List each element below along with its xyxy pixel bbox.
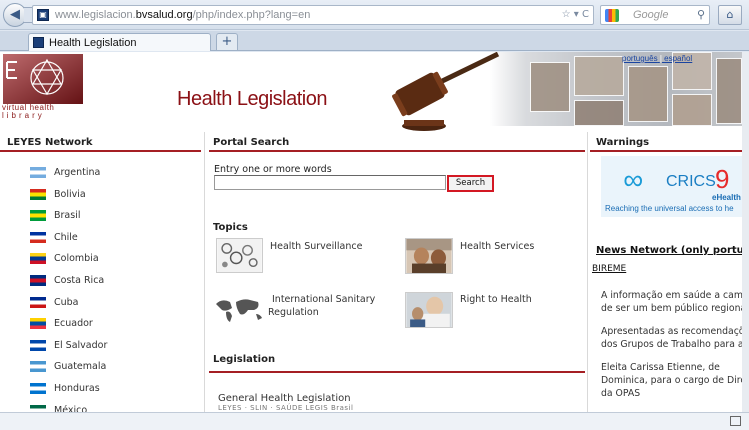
tab-strip: Health Legislation + [0, 31, 749, 51]
status-bar [0, 412, 749, 430]
legislation-title: Legislation [213, 354, 276, 365]
country-name: Cuba [54, 296, 79, 308]
crics-swirl-icon: ∞ [623, 164, 643, 195]
news-item[interactable]: Apresentadas as recomendaçõe dos Grupos d… [601, 325, 742, 351]
flag-icon [30, 318, 46, 330]
news-item[interactable]: A informação em saúde a camin de ser um b… [601, 289, 742, 315]
site-header: virtual health library Health Legislatio… [0, 52, 742, 132]
left-column-rule [0, 150, 201, 152]
search-engine-placeholder: Google [633, 9, 669, 21]
page-title: Health Legislation [177, 88, 328, 110]
flag-icon [30, 383, 46, 394]
tab-health-legislation[interactable]: Health Legislation [28, 33, 211, 51]
logo-caption: virtual health library [2, 103, 55, 120]
flag-icon [30, 296, 46, 308]
center-column-rule [209, 150, 585, 152]
new-tab-button[interactable]: + [216, 33, 238, 50]
reload-icon[interactable]: C [582, 9, 589, 20]
browser-toolbar: ◀ ▣ www.legislacion.bvsalud.org/php/inde… [0, 0, 749, 30]
right-to-health-image[interactable] [405, 292, 453, 328]
country-name: Ecuador [54, 318, 93, 330]
news-network-title[interactable]: News Network (only portugues [596, 245, 742, 256]
star-icon[interactable]: ☆ [562, 9, 571, 20]
vertical-scrollbar[interactable] [742, 52, 749, 412]
header-photo-strip [490, 52, 742, 126]
home-button[interactable]: ⌂ [718, 5, 742, 25]
url-text: www.legislacion.bvsalud.org/php/index.ph… [55, 9, 311, 21]
search-engine-box[interactable]: Google ⚲ [600, 5, 710, 25]
legislation-rule [209, 371, 585, 373]
country-name: México [54, 404, 88, 412]
topic-right-to-health[interactable]: Right to Health [460, 293, 532, 306]
general-health-legislation-link[interactable]: General Health Legislation [218, 393, 351, 404]
international-sanitary-regulation-image[interactable] [212, 294, 266, 324]
flag-icon [30, 231, 46, 243]
portal-search-title: Portal Search [213, 137, 290, 148]
country-name: Brasil [54, 210, 81, 222]
flag-icon [30, 361, 46, 373]
flag-icon [30, 167, 46, 178]
url-bar-icons: ☆ ▾ C [562, 9, 589, 20]
health-surveillance-image[interactable] [216, 238, 263, 273]
search-icon[interactable]: ⚲ [697, 8, 705, 21]
gavel-icon [392, 52, 500, 131]
country-name: Argentina [54, 167, 101, 178]
topic-health-services[interactable]: Health Services [460, 240, 534, 253]
resize-icon[interactable] [730, 416, 741, 426]
flag-icon [30, 404, 46, 412]
crics-subtitle: eHealth [712, 193, 741, 202]
topics-title: Topics [213, 222, 248, 233]
browser-window: ◀ ▣ www.legislacion.bvsalud.org/php/inde… [0, 0, 749, 430]
warnings-title: Warnings [596, 137, 650, 148]
search-button[interactable]: Search [447, 175, 494, 192]
tab-label: Health Legislation [49, 37, 137, 49]
flag-icon [30, 188, 46, 200]
flag-icon [30, 275, 46, 286]
lang-portuguese-link[interactable]: português [622, 54, 658, 63]
bireme-link[interactable]: BIREME [592, 264, 626, 274]
lang-spanish-link[interactable]: español [664, 54, 692, 63]
language-links: português | español [622, 54, 692, 63]
health-services-image[interactable] [405, 238, 453, 274]
country-name: Bolivia [54, 188, 86, 200]
country-name: Costa Rica [54, 275, 105, 286]
flag-icon [30, 339, 46, 351]
crics-tagline: Reaching the universal access to he [605, 204, 734, 213]
address-bar[interactable]: ▣ www.legislacion.bvsalud.org/php/index.… [32, 5, 594, 25]
google-icon[interactable] [605, 9, 619, 22]
search-input[interactable] [214, 175, 446, 190]
crics-wordmark: CRICS [666, 173, 716, 190]
flag-icon [30, 210, 46, 222]
site-favicon-icon: ▣ [37, 9, 49, 21]
dropdown-icon[interactable]: ▾ [574, 9, 579, 20]
topic-health-surveillance[interactable]: Health Surveillance [270, 240, 362, 253]
leyes-network-title: LEYES Network [7, 137, 93, 148]
column-divider-right [587, 132, 588, 412]
lang-separator: | [659, 54, 662, 63]
topic-international-sanitary-regulation[interactable]: International Sanitary Regulation [268, 293, 375, 319]
news-item[interactable]: Eleita Carissa Etienne, de Dominica, para… [601, 361, 742, 400]
crics-banner[interactable]: ∞ CRICS 9 eHealth Reaching the universal… [601, 156, 742, 217]
general-health-legislation-sources: LEYES · SLIN · SAÚDE LEGIS Brasil [218, 404, 354, 412]
search-label: Entry one or more words [214, 164, 332, 175]
country-name: Honduras [54, 383, 100, 394]
crics-number: 9 [715, 164, 730, 194]
country-name: Colombia [54, 253, 99, 265]
page-content: virtual health library Health Legislatio… [0, 52, 742, 412]
flag-icon [30, 253, 46, 265]
country-name: Guatemala [54, 361, 107, 373]
country-name: Chile [54, 231, 78, 243]
column-divider-left [204, 132, 205, 412]
tab-favicon-icon [33, 37, 44, 48]
right-column-rule [590, 150, 742, 152]
country-name: El Salvador [54, 339, 108, 351]
